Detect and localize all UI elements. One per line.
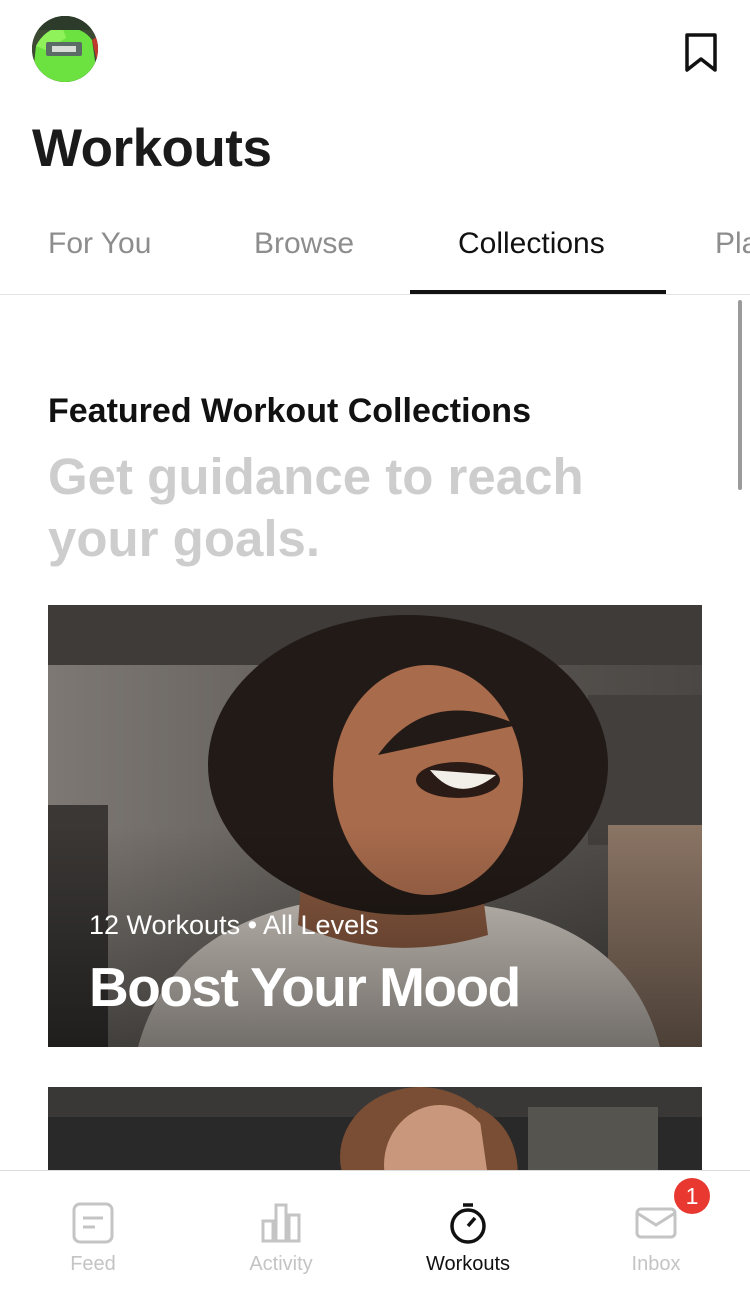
bottom-nav: Feed Activity Workouts Inbox 1 [0,1170,750,1301]
section-subtitle: Get guidance to reach your goals. [48,448,584,567]
page-title: Workouts [32,119,272,178]
nav-item-workouts[interactable]: Workouts [393,1171,543,1302]
card-meta: 12 Workouts • All Levels [89,910,379,940]
scrollbar[interactable] [738,300,742,490]
tab-bar: For You Browse Collections Plans [0,200,750,295]
active-tab-indicator [410,290,666,294]
nav-label-inbox: Inbox [631,1253,681,1275]
collection-card[interactable]: 12 Workouts • All Levels Boost Your Mood [48,605,702,1047]
section-title: Featured Workout Collections [48,392,531,430]
activity-icon [261,1203,301,1243]
avatar[interactable] [32,16,98,82]
inbox-icon [635,1207,677,1239]
tab-for-you[interactable]: For You [48,227,151,261]
nav-item-inbox[interactable]: Inbox 1 [581,1171,731,1302]
notification-badge: 1 [674,1178,710,1214]
tab-plans[interactable]: Plans [715,227,750,261]
card-photo [48,1087,702,1177]
card-title: Boost Your Mood [89,956,521,1018]
bookmark-icon[interactable] [683,32,719,74]
avatar-photo [32,16,98,82]
nav-label-feed: Feed [70,1253,116,1275]
nav-label-workouts: Workouts [425,1253,511,1275]
stopwatch-icon [450,1203,486,1244]
nav-item-activity[interactable]: Activity [206,1171,356,1302]
nav-label-activity: Activity [249,1253,313,1275]
tab-collections[interactable]: Collections [458,227,605,261]
tab-browse[interactable]: Browse [254,227,354,261]
feed-icon [72,1202,114,1244]
collection-card[interactable] [48,1087,702,1177]
nav-item-feed[interactable]: Feed [18,1171,168,1302]
